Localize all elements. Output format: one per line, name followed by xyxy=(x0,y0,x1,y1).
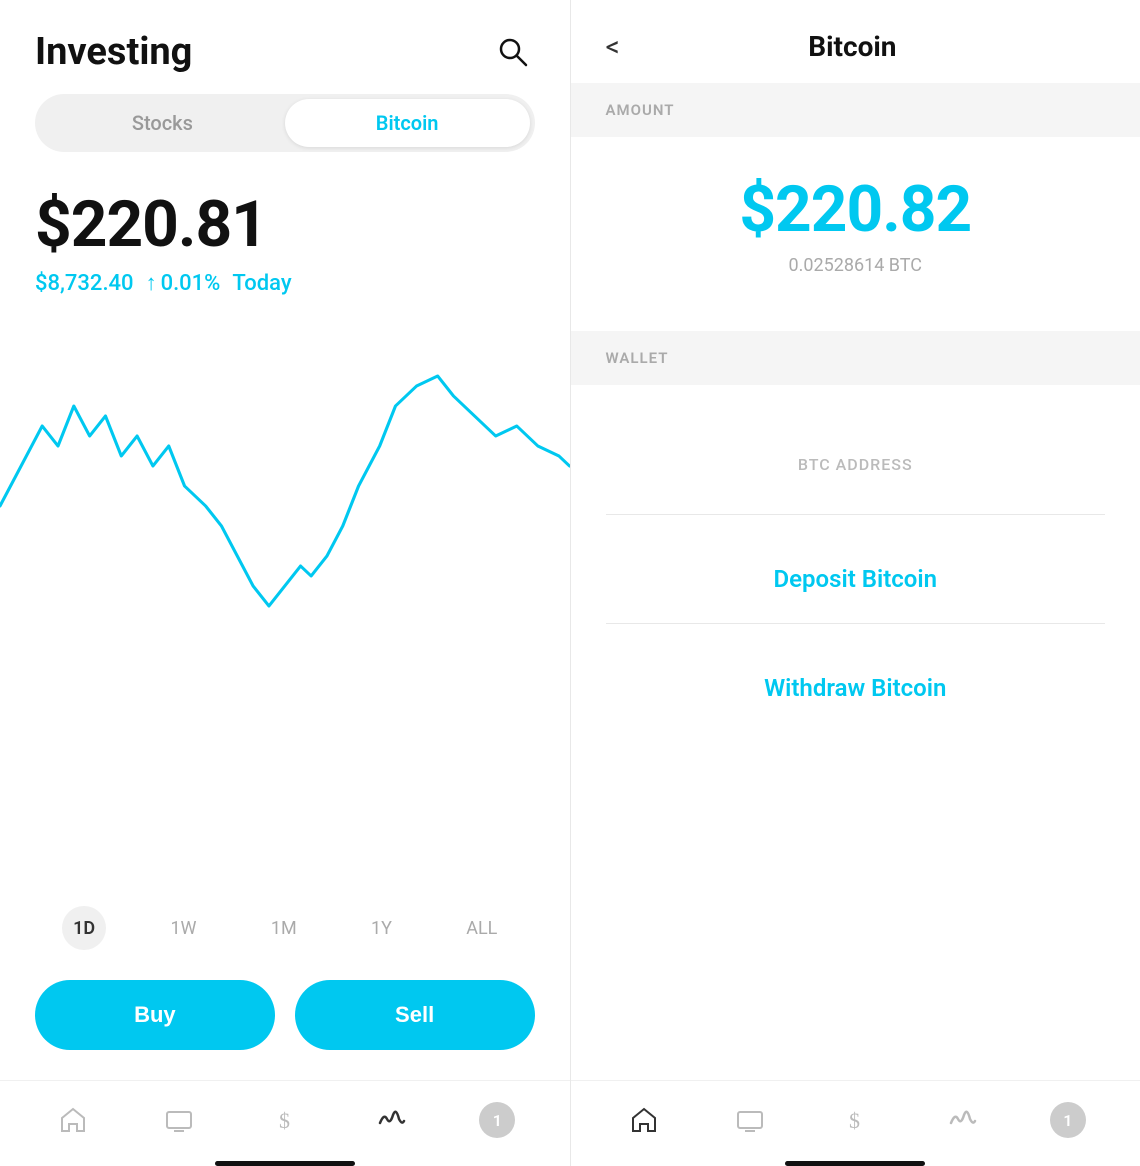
wallet-section-label: WALLET xyxy=(571,331,1140,385)
buy-button[interactable]: Buy xyxy=(35,980,275,1050)
nav-notifications[interactable]: 1 xyxy=(479,1102,515,1138)
right-nav-home[interactable] xyxy=(625,1101,663,1139)
wallet-divider xyxy=(606,514,1106,515)
price-change: ↑ 0.01% xyxy=(146,270,221,296)
tab-stocks[interactable]: Stocks xyxy=(40,99,285,147)
tab-switcher: Stocks Bitcoin xyxy=(35,94,535,152)
nav-investing[interactable] xyxy=(373,1101,411,1139)
nav-transfer[interactable]: $ xyxy=(267,1101,305,1139)
back-button[interactable]: < xyxy=(606,30,620,63)
left-bottom-nav: $ 1 xyxy=(0,1080,570,1149)
right-home-indicator xyxy=(785,1161,925,1166)
tab-bitcoin[interactable]: Bitcoin xyxy=(285,99,530,147)
arrow-up-icon: ↑ xyxy=(146,270,157,296)
page-title: Investing xyxy=(35,30,192,74)
search-icon xyxy=(497,36,529,68)
left-header: Investing xyxy=(0,0,570,94)
nav-home[interactable] xyxy=(54,1101,92,1139)
dollar-icon: $ xyxy=(267,1101,305,1139)
right-header: < Bitcoin xyxy=(571,0,1140,83)
price-chart xyxy=(0,326,570,646)
right-nav-notifications[interactable]: 1 xyxy=(1050,1102,1086,1138)
main-price: $220.81 xyxy=(35,187,535,262)
right-activity-icon xyxy=(944,1101,982,1139)
price-section: $220.81 $8,732.40 ↑ 0.01% Today xyxy=(0,177,570,316)
withdraw-button[interactable]: Withdraw Bitcoin xyxy=(606,644,1106,732)
amount-btc: 0.02528614 BTC xyxy=(789,255,922,276)
right-nav-investing[interactable] xyxy=(944,1101,982,1139)
amount-usd: $220.82 xyxy=(739,172,971,247)
svg-text:$: $ xyxy=(849,1108,860,1133)
amount-section-label: AMOUNT xyxy=(571,83,1140,137)
nav-media[interactable] xyxy=(160,1101,198,1139)
filter-1d[interactable]: 1D xyxy=(62,906,106,950)
time-filters: 1D 1W 1M 1Y ALL xyxy=(0,886,570,970)
right-nav-transfer[interactable]: $ xyxy=(837,1101,875,1139)
filter-all[interactable]: ALL xyxy=(456,910,507,947)
filter-1w[interactable]: 1W xyxy=(160,910,206,947)
sell-button[interactable]: Sell xyxy=(295,980,535,1050)
home-icon xyxy=(54,1101,92,1139)
filter-1m[interactable]: 1M xyxy=(261,910,307,947)
search-button[interactable] xyxy=(491,30,535,74)
home-indicator xyxy=(215,1161,355,1166)
right-dollar-icon: $ xyxy=(837,1101,875,1139)
left-panel: Investing Stocks Bitcoin $220.81 $8,732.… xyxy=(0,0,570,1166)
right-tv-icon xyxy=(731,1101,769,1139)
price-btc-value: $8,732.40 xyxy=(35,271,134,296)
action-buttons: Buy Sell xyxy=(0,970,570,1080)
chart-area xyxy=(0,316,570,886)
right-panel: < Bitcoin AMOUNT $220.82 0.02528614 BTC … xyxy=(571,0,1140,1166)
wallet-content: BTC ADDRESS Deposit Bitcoin Withdraw Bit… xyxy=(571,385,1140,1080)
tv-icon xyxy=(160,1101,198,1139)
right-nav-media[interactable] xyxy=(731,1101,769,1139)
right-page-title: Bitcoin xyxy=(640,30,1065,63)
deposit-button[interactable]: Deposit Bitcoin xyxy=(606,535,1106,624)
notification-badge: 1 xyxy=(479,1102,515,1138)
right-bottom-nav: $ 1 xyxy=(571,1080,1140,1149)
svg-text:$: $ xyxy=(279,1108,290,1133)
amount-section: $220.82 0.02528614 BTC xyxy=(571,137,1140,311)
activity-icon xyxy=(373,1101,411,1139)
price-meta: $8,732.40 ↑ 0.01% Today xyxy=(35,270,535,296)
price-period: Today xyxy=(232,271,291,296)
right-notification-badge: 1 xyxy=(1050,1102,1086,1138)
filter-1y[interactable]: 1Y xyxy=(361,910,402,947)
btc-address-label: BTC ADDRESS xyxy=(606,435,1106,494)
right-home-icon xyxy=(625,1101,663,1139)
